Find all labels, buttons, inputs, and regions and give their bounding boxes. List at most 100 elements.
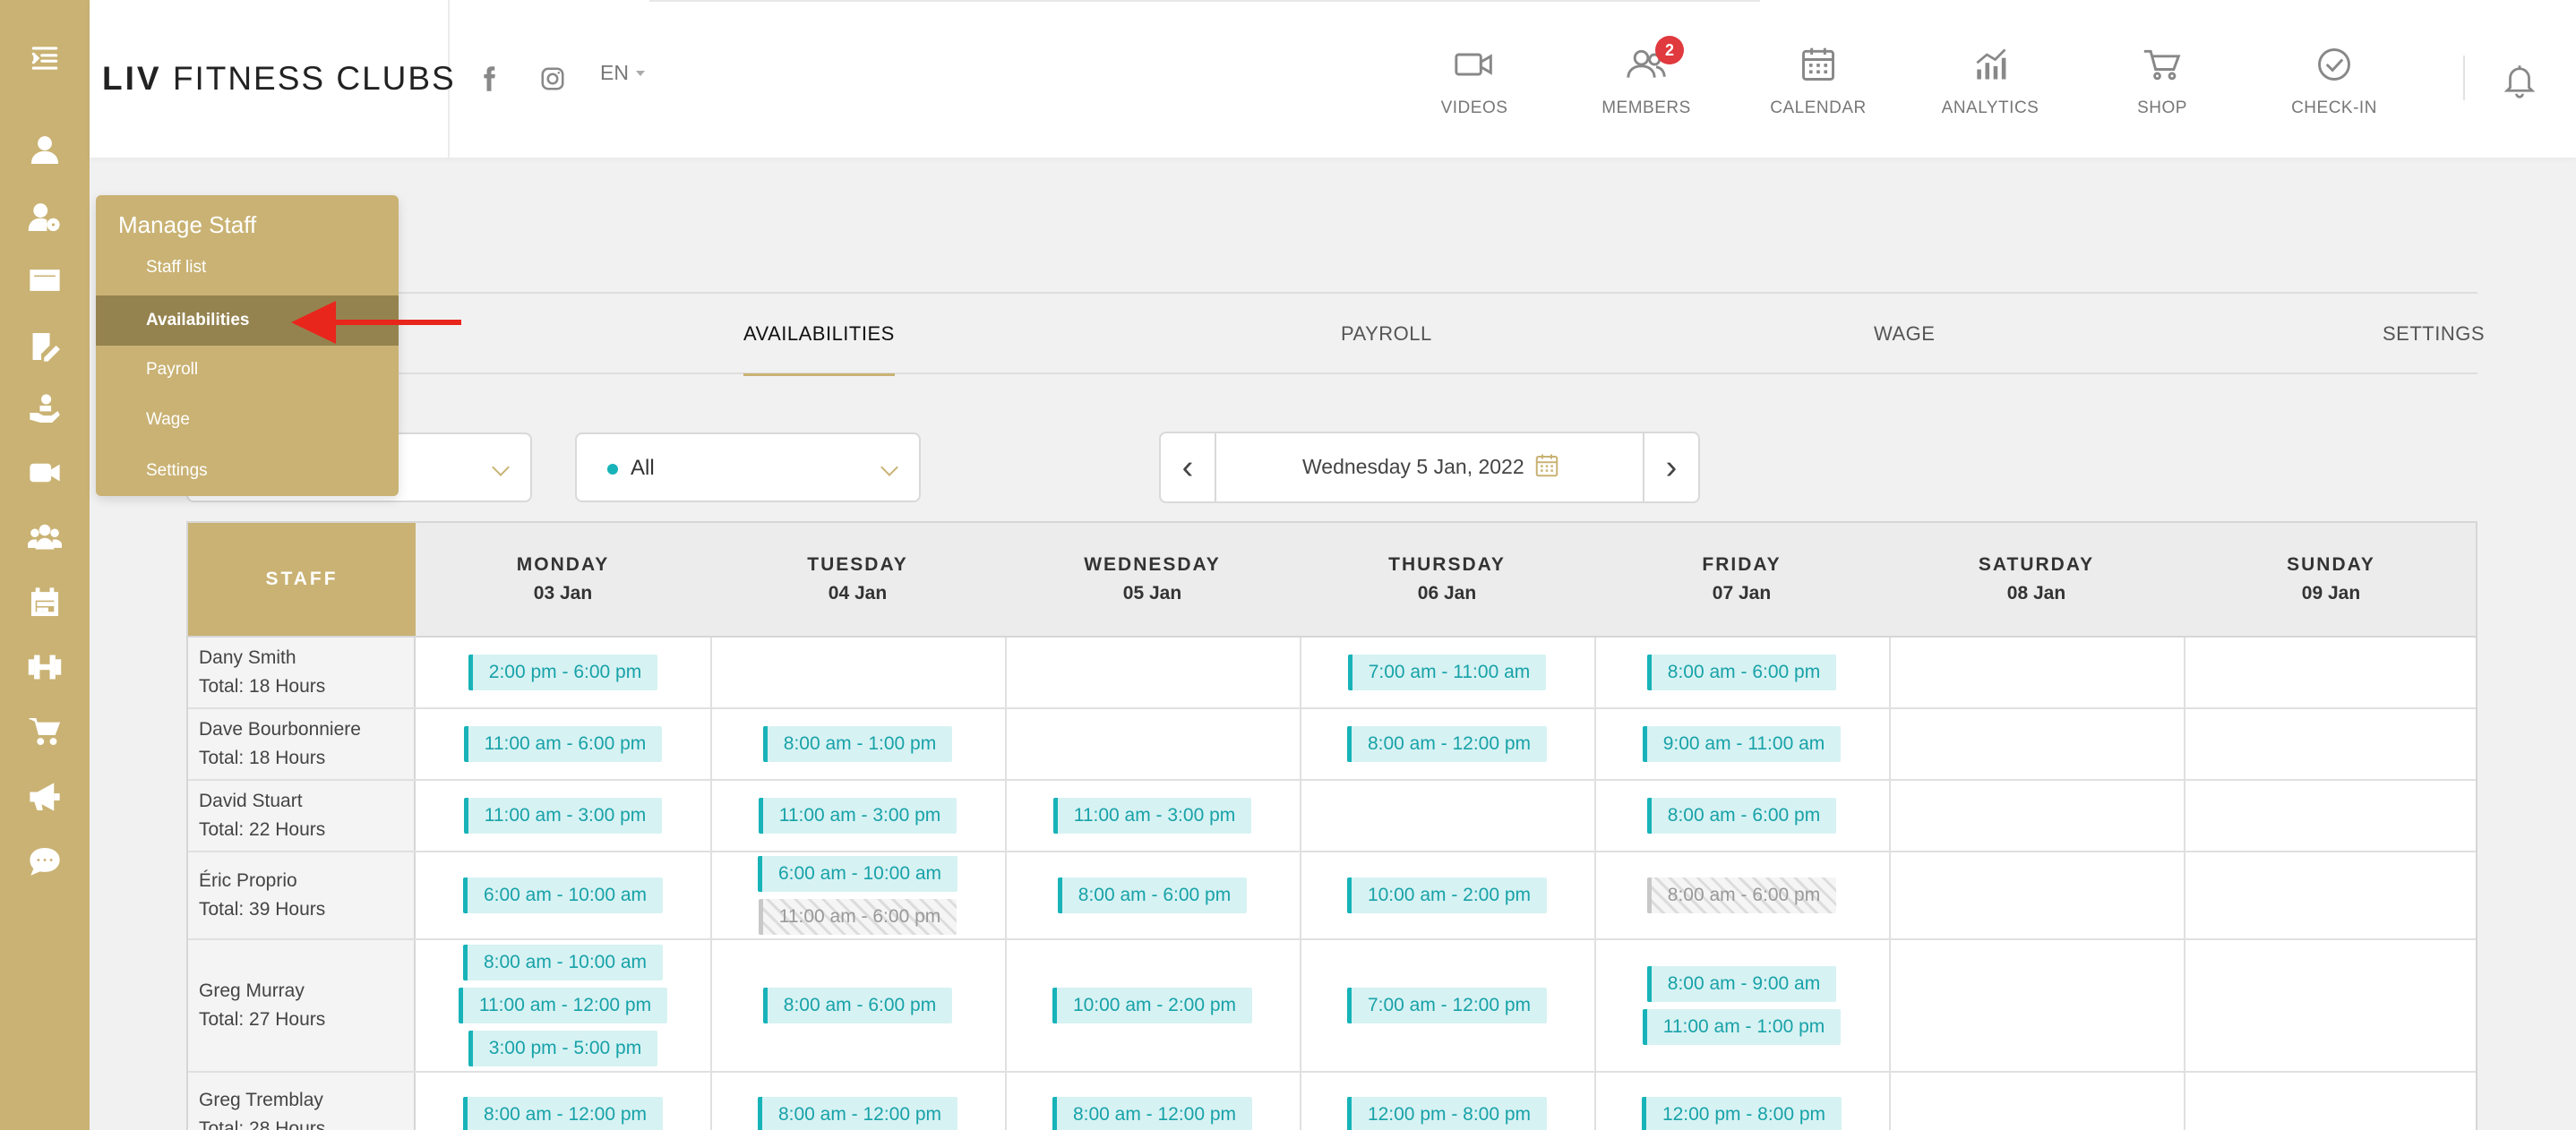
- tab-availabilities[interactable]: AVAILABILITIES: [743, 294, 895, 376]
- group-icon[interactable]: [22, 515, 67, 560]
- nav-analytics[interactable]: ANALYTICS: [1923, 45, 2057, 125]
- notifications-bell-icon[interactable]: [2501, 61, 2538, 98]
- day-cell[interactable]: 8:00 am - 6:00 pm: [1594, 638, 1891, 707]
- date-picker-icon[interactable]: [1533, 451, 1560, 480]
- day-cell[interactable]: [2184, 940, 2476, 1071]
- nav-shop[interactable]: SHOP: [2095, 45, 2229, 125]
- day-cell[interactable]: 7:00 am - 12:00 pm: [1300, 940, 1596, 1071]
- facebook-icon[interactable]: [471, 61, 507, 97]
- day-cell[interactable]: [2184, 709, 2476, 779]
- video-icon[interactable]: [22, 450, 67, 495]
- day-cell[interactable]: 6:00 am - 10:00 am 11:00 am - 6:00 pm: [710, 852, 1007, 938]
- staff-cell[interactable]: Greg Murray Total: 27 Hours: [188, 940, 416, 1071]
- day-cell[interactable]: 6:00 am - 10:00 am: [416, 852, 712, 938]
- availability-shift-block[interactable]: 11:00 am - 12:00 pm: [458, 988, 668, 1023]
- availability-shift-block[interactable]: 11:00 am - 6:00 pm: [463, 726, 663, 762]
- day-cell[interactable]: [2184, 638, 2476, 707]
- day-cell[interactable]: 7:00 am - 11:00 am: [1300, 638, 1596, 707]
- previous-week-button[interactable]: ‹: [1161, 433, 1216, 501]
- availability-shift-block[interactable]: 7:00 am - 12:00 pm: [1346, 988, 1548, 1023]
- staff-cell[interactable]: Éric Proprio Total: 39 Hours: [188, 852, 416, 938]
- current-date[interactable]: Wednesday 5 Jan, 2022: [1302, 455, 1524, 479]
- day-cell[interactable]: [2184, 852, 2476, 938]
- day-cell[interactable]: [1005, 709, 1301, 779]
- availability-shift-block[interactable]: 8:00 am - 12:00 pm: [462, 1097, 664, 1130]
- day-cell[interactable]: [710, 638, 1007, 707]
- staff-cell[interactable]: Dany Smith Total: 18 Hours: [188, 638, 416, 707]
- availability-shift-block[interactable]: 8:00 am - 10:00 am: [462, 945, 664, 980]
- nav-members[interactable]: 2 MEMBERS: [1579, 36, 1713, 125]
- day-cell[interactable]: 8:00 am - 6:00 pm: [1594, 852, 1891, 938]
- availability-shift-block[interactable]: 7:00 am - 11:00 am: [1347, 655, 1547, 690]
- day-cell[interactable]: [1300, 781, 1596, 851]
- day-cell[interactable]: 11:00 am - 3:00 pm: [710, 781, 1007, 851]
- megaphone-icon[interactable]: [22, 775, 67, 819]
- availability-shift-block[interactable]: 8:00 am - 9:00 am: [1646, 966, 1837, 1002]
- nav-calendar[interactable]: CALENDAR: [1751, 45, 1885, 125]
- availability-shift-block[interactable]: 6:00 am - 10:00 am: [757, 856, 958, 892]
- availability-shift-block[interactable]: 11:00 am - 3:00 pm: [1052, 798, 1252, 834]
- cart-icon[interactable]: [22, 709, 67, 754]
- nav-check-in[interactable]: CHECK-IN: [2267, 45, 2401, 125]
- staff-cell[interactable]: David Stuart Total: 22 Hours: [188, 781, 416, 851]
- day-cell[interactable]: 9:00 am - 11:00 am: [1594, 709, 1891, 779]
- day-cell[interactable]: 12:00 pm - 8:00 pm: [1300, 1073, 1596, 1130]
- availability-shift-block[interactable]: 3:00 pm - 5:00 pm: [468, 1031, 658, 1066]
- availability-shift-block[interactable]: 8:00 am - 12:00 pm: [1052, 1097, 1253, 1130]
- brand-logo[interactable]: LIV FITNESS CLUBS: [102, 60, 456, 98]
- menu-toggle-icon[interactable]: [22, 36, 67, 81]
- flyout-item-wage[interactable]: Wage: [96, 395, 399, 445]
- availability-shift-block[interactable]: 8:00 am - 1:00 pm: [762, 726, 953, 762]
- day-cell[interactable]: [1889, 638, 2185, 707]
- availability-shift-block[interactable]: 10:00 am - 2:00 pm: [1052, 988, 1253, 1023]
- day-cell[interactable]: [1005, 638, 1301, 707]
- availability-shift-block[interactable]: 6:00 am - 10:00 am: [462, 877, 664, 913]
- day-cell[interactable]: 8:00 am - 12:00 pm: [416, 1073, 712, 1130]
- day-cell[interactable]: 10:00 am - 2:00 pm: [1300, 852, 1596, 938]
- availability-shift-block[interactable]: 11:00 am - 3:00 pm: [463, 798, 663, 834]
- next-week-button[interactable]: ›: [1643, 433, 1698, 501]
- chat-icon[interactable]: [22, 839, 67, 884]
- availability-shift-block[interactable]: 8:00 am - 6:00 pm: [1646, 655, 1837, 690]
- unavailable-shift-block[interactable]: 11:00 am - 6:00 pm: [758, 899, 957, 935]
- user-icon[interactable]: [22, 128, 67, 173]
- day-cell[interactable]: [1889, 709, 2185, 779]
- staff-cell[interactable]: Dave Bourbonniere Total: 18 Hours: [188, 709, 416, 779]
- day-cell[interactable]: [1889, 940, 2185, 1071]
- day-cell[interactable]: 11:00 am - 3:00 pm: [416, 781, 712, 851]
- availability-shift-block[interactable]: 8:00 am - 12:00 pm: [1346, 726, 1548, 762]
- tab-payroll[interactable]: PAYROLL: [1341, 294, 1432, 374]
- day-cell[interactable]: 8:00 am - 12:00 pm: [1005, 1073, 1301, 1130]
- dumbbell-icon[interactable]: [22, 645, 67, 689]
- status-filter-select[interactable]: All: [575, 432, 921, 502]
- day-cell[interactable]: 8:00 am - 6:00 pm: [1594, 781, 1891, 851]
- flyout-item-staff-list[interactable]: Staff list: [96, 243, 399, 293]
- calendar-icon[interactable]: [22, 580, 67, 625]
- day-cell[interactable]: 8:00 am - 6:00 pm: [1005, 852, 1301, 938]
- day-cell[interactable]: 8:00 am - 12:00 pm: [710, 1073, 1007, 1130]
- availability-shift-block[interactable]: 12:00 pm - 8:00 pm: [1346, 1097, 1548, 1130]
- tab-settings[interactable]: SETTINGS: [2383, 294, 2485, 374]
- nav-videos[interactable]: VIDEOS: [1407, 45, 1541, 125]
- day-cell[interactable]: [1889, 1073, 2185, 1130]
- availability-shift-block[interactable]: 11:00 am - 1:00 pm: [1642, 1009, 1842, 1045]
- day-cell[interactable]: 8:00 am - 9:00 am 11:00 am - 1:00 pm: [1594, 940, 1891, 1071]
- availability-shift-block[interactable]: 10:00 am - 2:00 pm: [1346, 877, 1548, 913]
- availability-shift-block[interactable]: 8:00 am - 6:00 pm: [762, 988, 953, 1023]
- day-cell[interactable]: [1889, 781, 2185, 851]
- day-cell[interactable]: 8:00 am - 10:00 am 11:00 am - 12:00 pm 3:0…: [416, 940, 712, 1071]
- language-selector[interactable]: EN: [600, 61, 645, 85]
- availability-shift-block[interactable]: 2:00 pm - 6:00 pm: [468, 655, 658, 690]
- staff-cell[interactable]: Greg Tremblay Total: 28 Hours: [188, 1073, 416, 1130]
- day-cell[interactable]: [1889, 852, 2185, 938]
- day-cell[interactable]: 8:00 am - 12:00 pm: [1300, 709, 1596, 779]
- day-cell[interactable]: 12:00 pm - 8:00 pm: [1594, 1073, 1891, 1130]
- flyout-item-settings[interactable]: Settings: [96, 446, 399, 496]
- availability-shift-block[interactable]: 11:00 am - 3:00 pm: [758, 798, 957, 834]
- tab-wage[interactable]: WAGE: [1874, 294, 1935, 374]
- hand-care-icon[interactable]: [22, 387, 67, 432]
- credit-card-icon[interactable]: [22, 258, 67, 303]
- availability-shift-block[interactable]: 8:00 am - 6:00 pm: [1057, 877, 1248, 913]
- flyout-item-payroll[interactable]: Payroll: [96, 345, 399, 395]
- day-cell[interactable]: 2:00 pm - 6:00 pm: [416, 638, 712, 707]
